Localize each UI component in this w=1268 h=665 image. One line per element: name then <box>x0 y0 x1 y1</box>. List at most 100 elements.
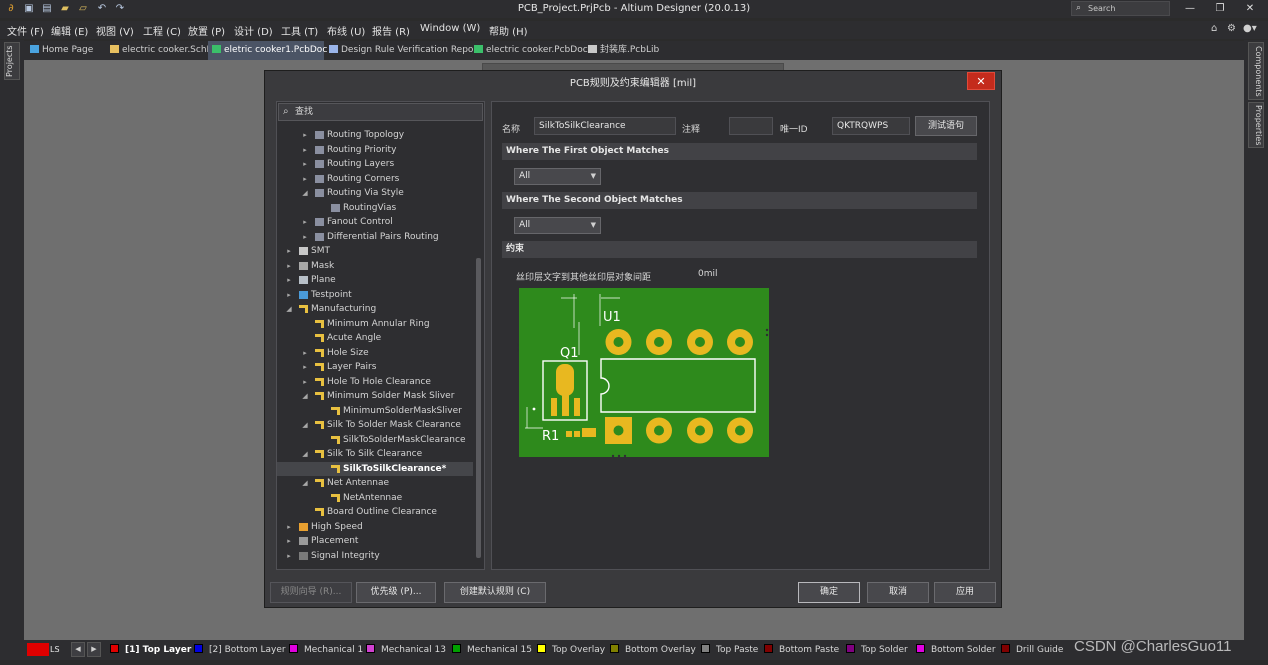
menu-project[interactable]: 工程 (C) <box>143 23 181 38</box>
tree-scrollbar-thumb[interactable] <box>476 258 481 558</box>
expand-arrow-icon[interactable]: ▸ <box>301 230 309 244</box>
menu-edit[interactable]: 编辑 (E) <box>51 23 88 38</box>
rule-name-input[interactable]: SilkToSilkClearance <box>534 117 676 135</box>
cancel-button[interactable]: 取消 <box>867 582 929 603</box>
layer-tab[interactable]: Mechanical 13 <box>366 643 446 657</box>
save-all-icon[interactable]: ▤ <box>41 3 53 15</box>
menu-place[interactable]: 放置 (P) <box>188 23 225 38</box>
open-folder-icon[interactable]: ▰ <box>59 3 71 15</box>
second-object-dropdown[interactable]: All ▼ <box>514 217 601 234</box>
layer-tab[interactable]: Mechanical 15 <box>452 643 532 657</box>
tree-item[interactable]: ▸ Routing Priority <box>277 143 473 157</box>
tree-item[interactable]: ▸ Placement <box>277 534 473 548</box>
tree-item[interactable]: ▸ Routing Topology <box>277 128 473 142</box>
rule-wizard-button[interactable]: 规则向导 (R)... <box>270 582 352 603</box>
expand-arrow-icon[interactable]: ▸ <box>285 534 293 548</box>
minimize-button[interactable]: — <box>1182 2 1198 16</box>
tree-item[interactable]: Acute Angle <box>277 331 473 345</box>
current-layer-color-swatch[interactable] <box>27 643 49 656</box>
menu-window[interactable]: Window (W) <box>420 23 480 34</box>
rule-comment-input[interactable] <box>729 117 773 135</box>
menu-reports[interactable]: 报告 (R) <box>372 23 410 38</box>
open-project-icon[interactable]: ▱ <box>77 3 89 15</box>
unique-id-field[interactable]: QKTRQWPS <box>832 117 910 135</box>
tree-item[interactable]: ▸ Testpoint <box>277 288 473 302</box>
priorities-button[interactable]: 优先级 (P)... <box>356 582 436 603</box>
tree-item[interactable]: ▸ Routing Corners <box>277 172 473 186</box>
first-object-dropdown[interactable]: All ▼ <box>514 168 601 185</box>
collapse-arrow-icon[interactable]: ◢ <box>301 186 309 200</box>
tree-item[interactable]: Board Outline Clearance <box>277 505 473 519</box>
expand-arrow-icon[interactable]: ▸ <box>285 244 293 258</box>
tree-item[interactable]: ▸ Hole Size <box>277 346 473 360</box>
tab-pcb-lib[interactable]: 封装库.PcbLib <box>584 41 664 60</box>
layer-tab[interactable]: [1] Top Layer <box>110 643 191 657</box>
tree-item-selected[interactable]: SilkToSilkClearance* <box>277 461 473 476</box>
collapse-arrow-icon[interactable]: ◢ <box>285 302 293 316</box>
layer-tab[interactable]: Bottom Overlay <box>610 643 696 657</box>
expand-arrow-icon[interactable]: ▸ <box>301 360 309 374</box>
tree-item[interactable]: ▸ High Speed <box>277 520 473 534</box>
tree-item[interactable]: MinimumSolderMaskSliver <box>277 404 473 418</box>
menu-route[interactable]: 布线 (U) <box>327 23 365 38</box>
menu-design[interactable]: 设计 (D) <box>234 23 273 38</box>
tab-pcb-doc[interactable]: electric cooker.PcbDoc * <box>470 41 595 60</box>
tree-item[interactable]: ◢ Routing Via Style <box>277 186 473 200</box>
tab-drc-report[interactable]: Design Rule Verification Report <box>325 41 481 60</box>
account-icon[interactable]: ●▾ <box>1243 23 1257 34</box>
tree-item[interactable]: ▸ Mask <box>277 259 473 273</box>
apply-button[interactable]: 应用 <box>934 582 996 603</box>
expand-arrow-icon[interactable]: ▸ <box>301 215 309 229</box>
expand-arrow-icon[interactable]: ▸ <box>301 143 309 157</box>
expand-arrow-icon[interactable]: ▸ <box>285 549 293 563</box>
tree-item[interactable]: NetAntennae <box>277 491 473 505</box>
menu-help[interactable]: 帮助 (H) <box>489 23 528 38</box>
layer-tab[interactable]: Bottom Solder <box>916 643 996 657</box>
menu-file[interactable]: 文件 (F) <box>7 23 44 38</box>
tree-item[interactable]: ▸ SMT <box>277 244 473 258</box>
ok-button[interactable]: 确定 <box>798 582 860 603</box>
expand-arrow-icon[interactable]: ▸ <box>285 259 293 273</box>
expand-arrow-icon[interactable]: ▸ <box>285 273 293 287</box>
components-panel-tab[interactable]: Components <box>1248 42 1264 100</box>
properties-panel-tab[interactable]: Properties <box>1248 102 1264 148</box>
collapse-arrow-icon[interactable]: ◢ <box>301 389 309 403</box>
tree-item[interactable]: ▸ Layer Pairs <box>277 360 473 374</box>
tree-scrollbar[interactable] <box>475 128 482 568</box>
layer-next-arrow[interactable]: ▶ <box>87 642 101 657</box>
layer-tab[interactable]: Top Overlay <box>537 643 605 657</box>
tree-item[interactable]: ▸ Signal Integrity <box>277 549 473 563</box>
tree-item[interactable]: ▸ Plane <box>277 273 473 287</box>
layer-tab[interactable]: Drill Guide <box>1001 643 1063 657</box>
tree-item[interactable]: ▸ Fanout Control <box>277 215 473 229</box>
layer-tab[interactable]: Mechanical 1 <box>289 643 363 657</box>
tree-item[interactable]: ◢ Silk To Silk Clearance <box>277 447 473 461</box>
global-search-input[interactable]: ⌕ Search <box>1071 1 1170 16</box>
redo-icon[interactable]: ↷ <box>114 3 126 15</box>
tree-item[interactable]: Minimum Annular Ring <box>277 317 473 331</box>
layer-tab[interactable]: Top Solder <box>846 643 908 657</box>
layer-tab[interactable]: Bottom Paste <box>764 643 839 657</box>
expand-arrow-icon[interactable]: ▸ <box>301 375 309 389</box>
create-default-rules-button[interactable]: 创建默认规则 (C) <box>444 582 546 603</box>
expand-arrow-icon[interactable]: ▸ <box>301 157 309 171</box>
dialog-close-button[interactable]: ✕ <box>967 72 995 90</box>
layer-set-label[interactable]: LS <box>50 643 60 657</box>
expand-arrow-icon[interactable]: ▸ <box>285 520 293 534</box>
collapse-arrow-icon[interactable]: ◢ <box>301 476 309 490</box>
tree-item[interactable]: ▸ Hole To Hole Clearance <box>277 375 473 389</box>
layer-tab[interactable]: Top Paste <box>701 643 758 657</box>
tree-item[interactable]: ◢ Minimum Solder Mask Sliver <box>277 389 473 403</box>
collapse-arrow-icon[interactable]: ◢ <box>301 447 309 461</box>
expand-arrow-icon[interactable]: ▸ <box>301 172 309 186</box>
tree-item[interactable]: RoutingVias <box>277 201 473 215</box>
tree-item[interactable]: ◢ Silk To Solder Mask Clearance <box>277 418 473 432</box>
tree-item[interactable]: ▸ Differential Pairs Routing <box>277 230 473 244</box>
tree-item[interactable]: ◢ Manufacturing <box>277 302 473 316</box>
expand-arrow-icon[interactable]: ▸ <box>301 346 309 360</box>
tab-home-page[interactable]: Home Page <box>26 41 106 60</box>
layer-tab[interactable]: [2] Bottom Layer <box>194 643 286 657</box>
tab-pcb-doc-active[interactable]: eletric cooker1.PcbDoc * <box>208 41 335 60</box>
tree-item[interactable]: ◢ Net Antennae <box>277 476 473 490</box>
expand-arrow-icon[interactable]: ▸ <box>285 288 293 302</box>
